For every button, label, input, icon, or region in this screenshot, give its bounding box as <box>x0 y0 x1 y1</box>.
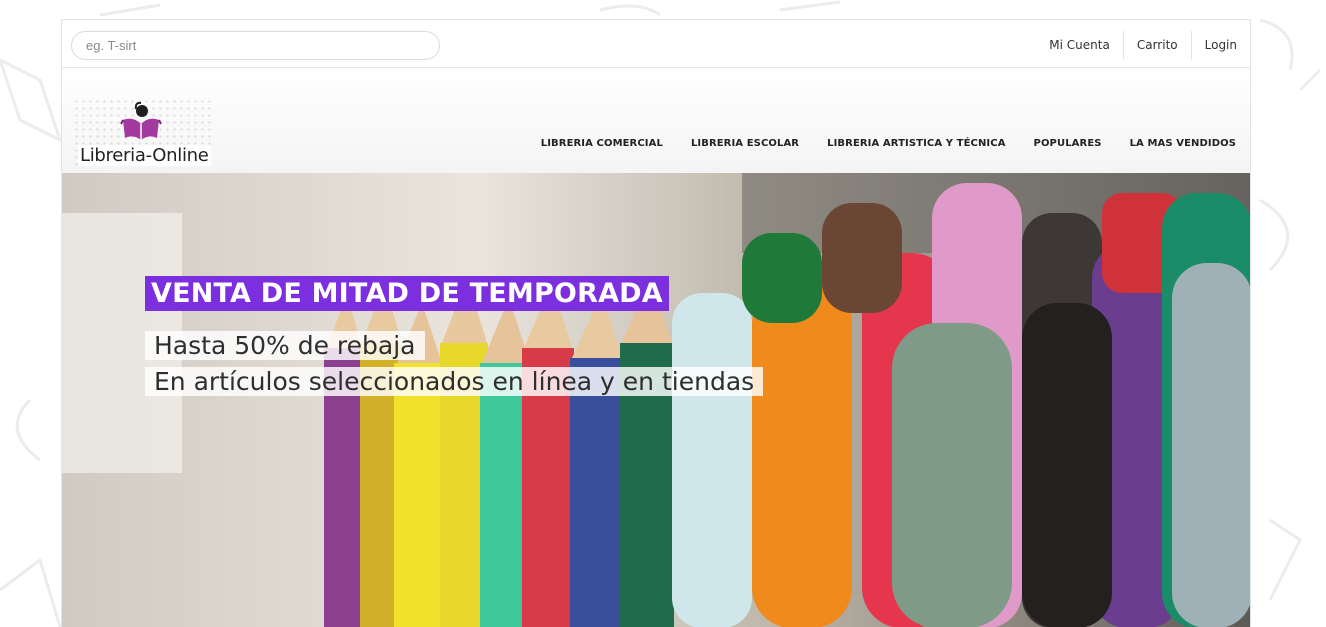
search-input[interactable] <box>71 31 440 60</box>
nav-populares[interactable]: POPULARES <box>1020 138 1116 149</box>
login-link[interactable]: Login <box>1190 31 1250 60</box>
pencils-image <box>62 173 1250 627</box>
nav-libreria-comercial[interactable]: LIBRERIA COMERCIAL <box>527 138 677 149</box>
site-logo[interactable]: Libreria-Online <box>73 98 214 166</box>
hero-subtitle-discount: Hasta 50% de rebaja <box>145 331 425 360</box>
hero-subtitle-details: En artículos seleccionados en línea y en… <box>145 367 764 396</box>
nav-libreria-escolar[interactable]: LIBRERIA ESCOLAR <box>677 138 813 149</box>
site-header: Libreria-Online LIBRERIA COMERCIAL LIBRE… <box>62 68 1250 173</box>
account-links: Mi Cuenta Carrito Login <box>1036 31 1250 60</box>
top-bar: Mi Cuenta Carrito Login <box>62 20 1250 68</box>
my-account-link[interactable]: Mi Cuenta <box>1036 31 1123 60</box>
website-frame: Mi Cuenta Carrito Login Libreria-Online … <box>61 19 1251 627</box>
main-nav: LIBRERIA COMERCIAL LIBRERIA ESCOLAR LIBR… <box>527 138 1250 149</box>
cart-link[interactable]: Carrito <box>1122 31 1191 60</box>
logo-text: Libreria-Online <box>78 145 211 166</box>
nav-libreria-artistica[interactable]: LIBRERIA ARTISTICA Y TÉCNICA <box>813 138 1019 149</box>
nav-mas-vendidos[interactable]: LA MAS VENDIDOS <box>1116 138 1250 149</box>
book-reader-icon <box>120 101 162 140</box>
hero-banner[interactable]: VENTA DE MITAD DE TEMPORADA Hasta 50% de… <box>62 173 1250 627</box>
hero-title: VENTA DE MITAD DE TEMPORADA <box>145 276 669 311</box>
